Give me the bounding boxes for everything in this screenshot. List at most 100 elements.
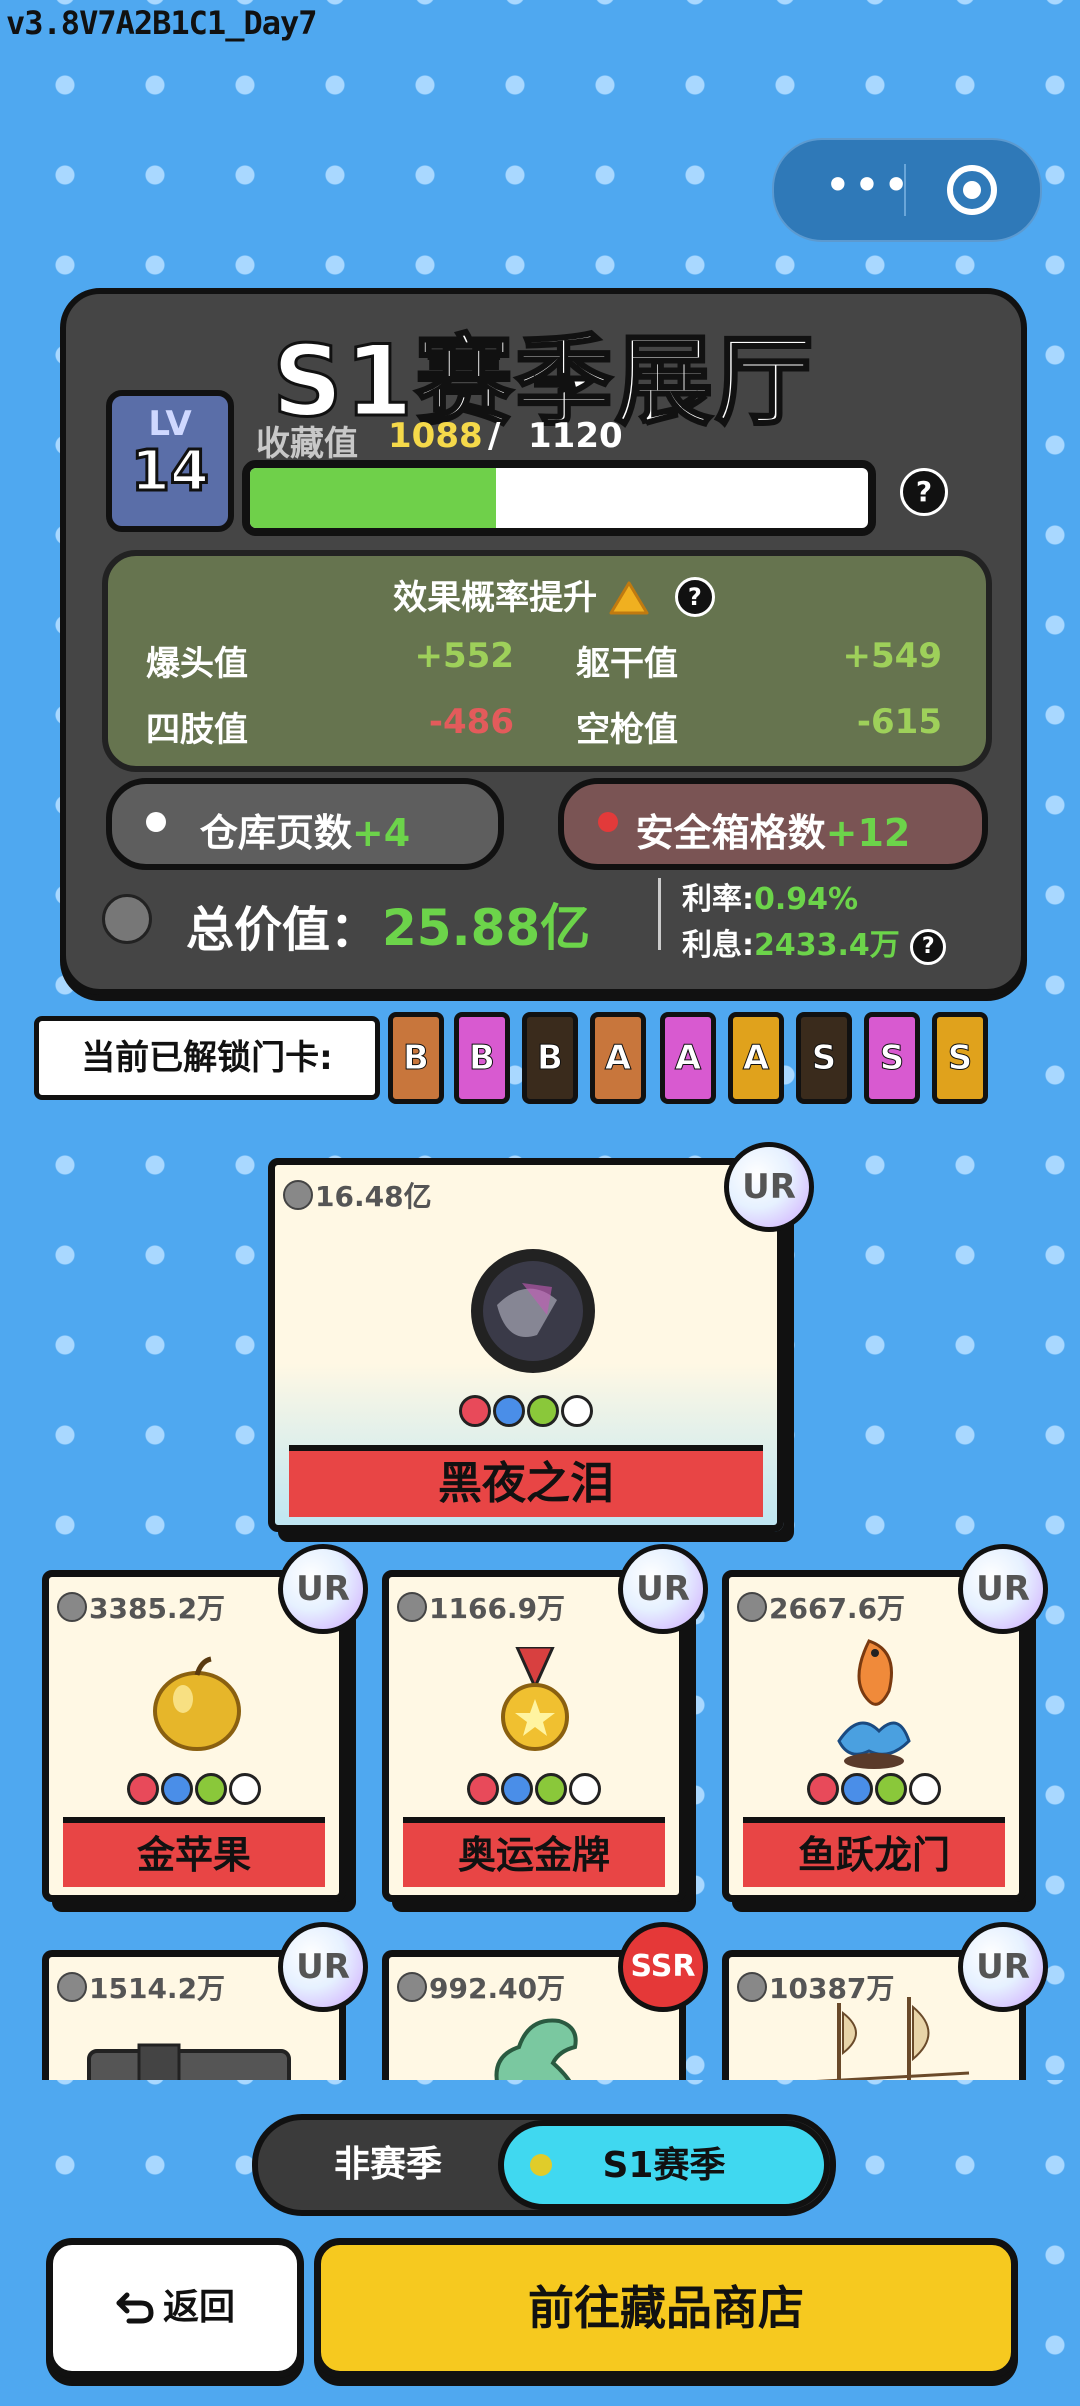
featured-price: 16.48亿: [315, 1180, 432, 1213]
stat-value: +549: [842, 636, 942, 676]
item-price: 16.48亿: [283, 1175, 432, 1215]
stat-label: 四肢值: [146, 710, 248, 750]
black-tear-item-image: [471, 1249, 595, 1373]
effect-header-text: 效果概率提升: [393, 578, 598, 618]
safe-box-label: 安全箱格数: [635, 811, 826, 855]
effect-help-icon[interactable]: ?: [674, 577, 715, 617]
item-price-value: 1514.2万: [89, 1972, 226, 2005]
olympic-medal-image: [501, 1647, 569, 1751]
safe-box-text: 安全箱格数+12: [564, 802, 982, 857]
level-label: LV: [148, 404, 192, 444]
carp-dragon-gate-image: [837, 1639, 911, 1769]
back-button[interactable]: 返回: [46, 2238, 304, 2378]
interest-help-icon[interactable]: ?: [910, 929, 947, 965]
level-number: 14: [130, 439, 211, 504]
key-card: A: [728, 1012, 784, 1104]
item-price: 2667.6万: [737, 1587, 905, 1627]
interest-value: 2433.4万: [754, 928, 900, 963]
rarity-badge: UR: [278, 1922, 368, 2012]
mini-program-capsule[interactable]: •••: [772, 138, 1042, 242]
stat-value: -486: [428, 702, 514, 742]
item-price-value: 992.40万: [429, 1972, 566, 2005]
go-to-shop-button[interactable]: 前往藏品商店: [314, 2238, 1018, 2378]
version-label: v3.8V7A2B1C1_Day7: [6, 4, 318, 42]
warehouse-value: +4: [351, 811, 411, 855]
coin-icon: [737, 1592, 767, 1622]
item-price: 3385.2万: [57, 1587, 225, 1627]
rarity-badge: SSR: [618, 1922, 708, 2012]
pentagon-symbol-icon: [459, 1395, 491, 1427]
pentagon-symbol-icon: [467, 1773, 499, 1805]
help-icon[interactable]: ?: [900, 468, 948, 516]
total-value: 25.88亿: [382, 899, 591, 957]
unlocked-keys-label: 当前已解锁门卡:: [34, 1016, 380, 1100]
key-card: B: [454, 1012, 510, 1104]
attribute-symbols: [275, 1395, 777, 1427]
coin-icon: [397, 1972, 427, 2002]
item-price-value: 3385.2万: [89, 1592, 226, 1625]
close-target-icon[interactable]: [944, 162, 1000, 218]
pentagon-symbol-icon: [807, 1773, 839, 1805]
item-price-value: 2667.6万: [769, 1592, 906, 1625]
coin-icon: [737, 1972, 767, 2002]
stat-label: 躯干值: [576, 644, 678, 684]
item-price-value: 1166.9万: [429, 1592, 566, 1625]
collection-progress-bar: [242, 460, 876, 536]
stat-value: +552: [414, 636, 514, 676]
stat-label: 空枪值: [576, 710, 678, 750]
key-card: A: [660, 1012, 716, 1104]
s1-season-label: S1赛季: [602, 2145, 726, 2186]
item-name: 鱼跃龙门: [743, 1817, 1005, 1887]
stat-value: -615: [856, 702, 942, 742]
attribute-symbols: [729, 1773, 1019, 1805]
back-label: 返回: [162, 2287, 235, 2328]
safe-box-bonus: 安全箱格数+12: [558, 778, 988, 870]
coin-icon: [283, 1180, 313, 1210]
season-toggle[interactable]: 非赛季 S1赛季: [252, 2114, 836, 2216]
key-card: A: [590, 1012, 646, 1104]
rarity-badge: UR: [278, 1544, 368, 1634]
item-name: 奥运金牌: [403, 1817, 665, 1887]
effect-header: 效果概率提升 ?: [108, 570, 986, 621]
item-price: 992.40万: [397, 1967, 565, 2007]
circle-outline-symbol-icon: [569, 1773, 601, 1805]
diamond-outline-symbol-icon: [561, 1395, 593, 1427]
back-arrow-icon: [116, 2292, 154, 2324]
coin-icon: [57, 1972, 87, 2002]
more-icon[interactable]: •••: [808, 162, 928, 218]
warehouse-text: 仓库页数+4: [112, 802, 498, 857]
non-season-tab[interactable]: 非赛季: [258, 2120, 518, 2210]
diamond-outline-symbol-icon: [229, 1773, 261, 1805]
level-badge: LV 14: [106, 390, 234, 532]
sailing-ship-image: [788, 1997, 970, 2087]
collection-max: 1120: [528, 416, 623, 456]
s1-season-tab[interactable]: S1赛季: [498, 2120, 830, 2210]
rarity-badge: UR: [958, 1922, 1048, 2012]
triangle-outline-symbol-icon: [909, 1773, 941, 1805]
coin-icon: [397, 1592, 427, 1622]
effect-box: 效果概率提升 ? 爆头值 +552 躯干值 +549 四肢值 -486 空枪值 …: [102, 550, 992, 772]
selected-dot: [530, 2154, 552, 2176]
golden-apple-image: [153, 1656, 241, 1751]
rate-label: 利率:: [682, 882, 754, 917]
diamond-symbol-icon: [875, 1773, 907, 1805]
attribute-symbols: [389, 1773, 679, 1805]
key-card: B: [522, 1012, 578, 1104]
featured-item-name: 黑夜之泪: [289, 1445, 763, 1517]
jade-horse-image: [494, 2018, 578, 2087]
interest-label: 利息:: [682, 928, 754, 963]
warning-triangle-icon: [609, 581, 649, 615]
safe-box-value: +12: [825, 811, 911, 855]
triangle-symbol-icon: [195, 1773, 227, 1805]
key-card: B: [388, 1012, 444, 1104]
diamond-symbol-icon: [493, 1395, 525, 1427]
coin-icon: [57, 1592, 87, 1622]
pentagon-symbol-icon: [127, 1773, 159, 1805]
stat-label: 爆头值: [146, 644, 248, 684]
diamond-symbol-icon: [161, 1773, 193, 1805]
featured-item-card[interactable]: 16.48亿 黑夜之泪: [268, 1158, 784, 1532]
attribute-symbols: [49, 1773, 339, 1805]
key-card: S: [796, 1012, 852, 1104]
warehouse-label: 仓库页数: [199, 811, 352, 855]
collection-separator: /: [488, 416, 501, 456]
